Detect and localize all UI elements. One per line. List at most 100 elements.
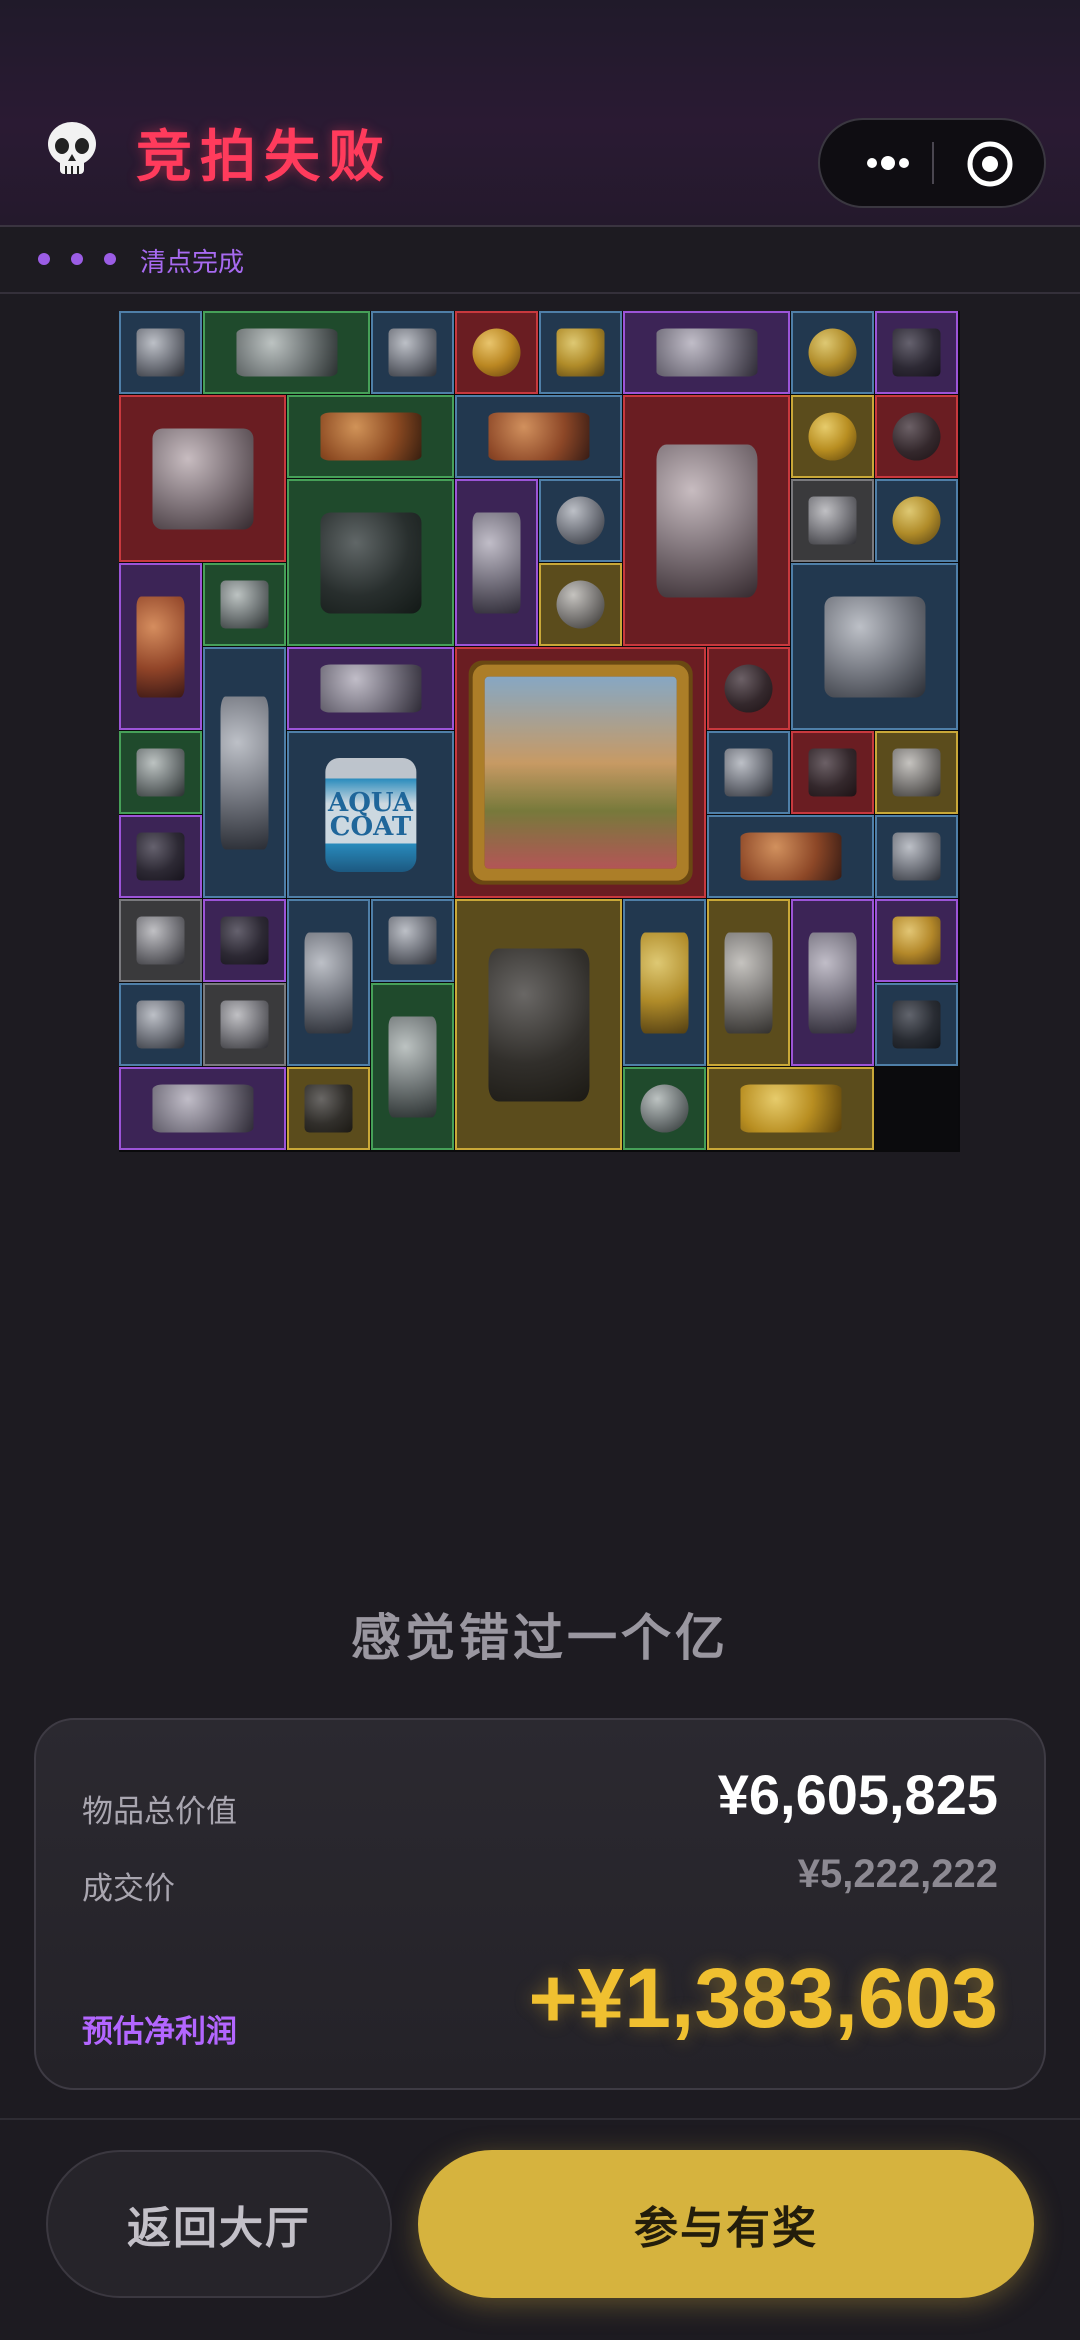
tablet-icon	[388, 1015, 437, 1118]
tough-case-icon	[487, 947, 590, 1102]
join-reward-button[interactable]: 参与有奖	[418, 2150, 1034, 2298]
grid-cell-binoculars	[203, 899, 286, 982]
footer-divider	[0, 2118, 1080, 2120]
target-icon[interactable]	[966, 140, 1014, 188]
old-map-icon	[235, 328, 338, 377]
grid-cell-power-supply	[287, 479, 454, 646]
grid-cell-old-map	[203, 311, 370, 394]
ammo-box-icon	[640, 931, 689, 1034]
grid-cell-disc	[539, 479, 622, 562]
status-dot	[104, 253, 116, 265]
grid-cell-oil-painting	[455, 647, 706, 898]
header-bar: 竞拍失败	[0, 0, 1080, 227]
power-supply-icon	[319, 511, 422, 614]
skull-icon	[48, 122, 96, 174]
pocket-watch-icon	[472, 328, 521, 377]
smoking-pipe-icon	[739, 832, 842, 881]
banknotes-icon	[724, 931, 773, 1034]
medical-robot-icon	[655, 443, 758, 598]
grid-cell-coin	[791, 395, 874, 478]
silver-ingot-icon	[136, 328, 185, 377]
more-dots-icon[interactable]	[846, 120, 930, 206]
status-row: 清点完成	[0, 226, 1080, 294]
ballerina-statue-icon	[304, 931, 353, 1034]
grid-cell-warning-sign	[539, 311, 622, 394]
grid-cell-empty	[875, 1067, 958, 1150]
silver-ingot-icon	[724, 748, 773, 797]
grid-cell-paint-can: AQUA COAT	[287, 731, 454, 898]
deal-price-value: ¥5,222,222	[797, 1852, 998, 1896]
grid-cell-laurel-wreath	[707, 1067, 874, 1150]
pen-icon	[220, 580, 269, 629]
grid-cell-documents	[791, 479, 874, 562]
grid-cell-respirator-tank	[119, 395, 286, 562]
wooden-plank-icon	[319, 412, 422, 461]
grid-cell-tablet	[371, 983, 454, 1150]
smart-meter-icon	[220, 695, 269, 850]
respirator-tank-icon	[151, 427, 254, 530]
loot-grid: AQUA COAT	[119, 311, 960, 1152]
return-lobby-button[interactable]: 返回大厅	[46, 2150, 392, 2298]
grid-cell-bracelet	[875, 395, 958, 478]
page-title: 竞拍失败	[136, 125, 392, 190]
grid-cell-playing-card	[119, 899, 202, 982]
lantern-icon	[136, 595, 185, 698]
net-profit-label: 预估净利润	[82, 2014, 237, 2050]
status-dot	[71, 253, 83, 265]
warning-sign-icon	[556, 328, 605, 377]
coin-icon	[808, 328, 857, 377]
grid-cell-silver-ingot	[707, 731, 790, 814]
grid-cell-torch-statue	[791, 899, 874, 1066]
grid-cell-banknotes	[707, 899, 790, 1066]
power-drill-icon	[487, 412, 590, 461]
grid-cell-camera-module	[791, 731, 874, 814]
bracelet-icon	[892, 412, 941, 461]
smartphone-icon	[304, 1084, 353, 1133]
mp3-player-icon	[136, 1000, 185, 1049]
grid-cell-camp-stove	[791, 563, 958, 730]
grid-cell-water-bottle	[875, 815, 958, 898]
binoculars-icon	[220, 916, 269, 965]
grid-cell-water-bottle	[119, 731, 202, 814]
camp-stove-icon	[823, 595, 926, 698]
playing-card-icon	[220, 1000, 269, 1049]
coin-icon	[892, 496, 941, 545]
grid-cell-walkie-talkie	[119, 815, 202, 898]
circuit-board-icon	[892, 748, 941, 797]
grid-cell-faucet-valve	[623, 1067, 706, 1150]
grid-cell-smart-meter	[203, 647, 286, 898]
ration-pack-icon	[388, 328, 437, 377]
grid-cell-smoking-pipe	[707, 815, 874, 898]
faucet-valve-icon	[640, 1084, 689, 1133]
grid-cell-ammo-box	[623, 899, 706, 1066]
deal-price-label: 成交价	[82, 1871, 175, 1907]
grid-cell-pearls	[539, 563, 622, 646]
soda-can-icon	[892, 916, 941, 965]
grid-cell-coin	[791, 311, 874, 394]
grid-cell-walkie-talkie	[875, 311, 958, 394]
grid-cell-lantern	[119, 563, 202, 730]
grid-cell-canned-food	[875, 983, 958, 1066]
mini-program-capsule	[818, 118, 1046, 208]
sound-card-icon	[151, 1084, 254, 1133]
grid-cell-bracelet	[707, 647, 790, 730]
capsule-divider	[932, 142, 934, 184]
grid-cell-pen	[203, 563, 286, 646]
pearls-icon	[556, 580, 605, 629]
grid-cell-silver-ingot	[119, 311, 202, 394]
playing-card-icon	[136, 916, 185, 965]
grid-cell-tough-case	[455, 899, 622, 1150]
grid-cell-smartphone	[287, 1067, 370, 1150]
grid-cell-cable-reel	[371, 899, 454, 982]
sound-card-icon	[655, 328, 758, 377]
pliers-icon	[472, 511, 521, 614]
net-profit-value: +¥1,383,603	[528, 1951, 998, 2045]
torch-statue-icon	[808, 931, 857, 1034]
documents-icon	[808, 496, 857, 545]
status-dot	[38, 253, 50, 265]
grid-cell-sound-card	[623, 311, 790, 394]
grid-cell-mp3-player	[119, 983, 202, 1066]
bracelet-icon	[724, 664, 773, 713]
grid-cell-coin	[875, 479, 958, 562]
grid-cell-pocket-watch	[455, 311, 538, 394]
